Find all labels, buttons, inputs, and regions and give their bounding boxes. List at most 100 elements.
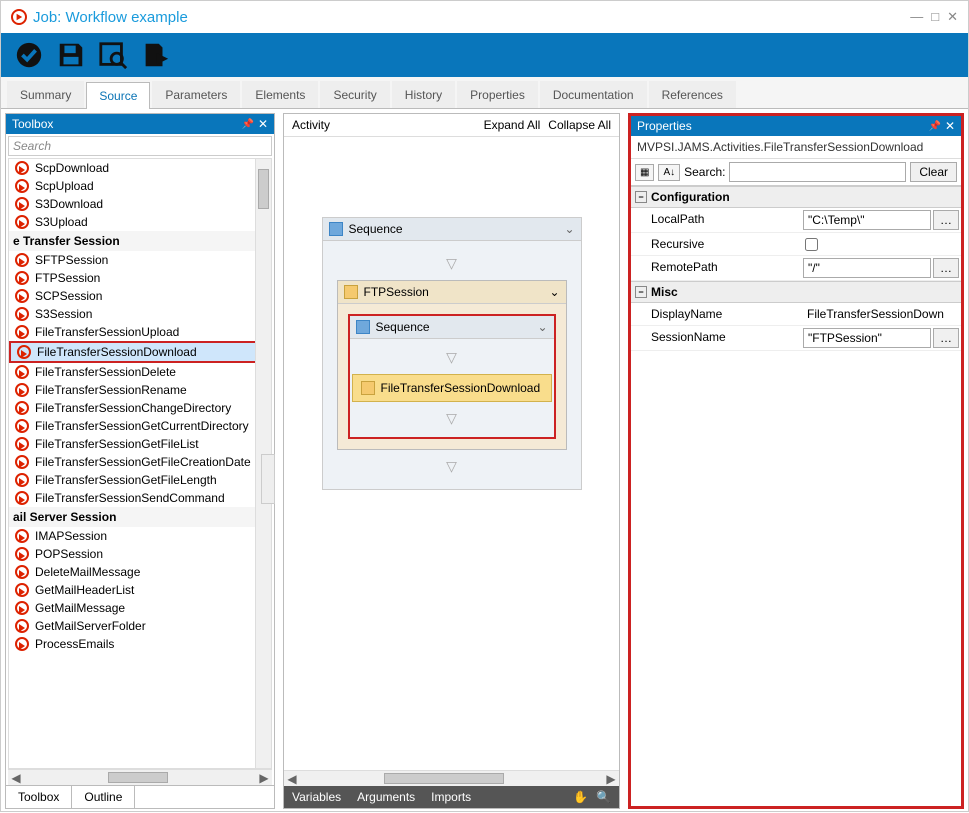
toolbox-item[interactable]: FTPSession — [9, 269, 271, 287]
properties-toolbar: ▦ A↓ Search: Clear — [631, 159, 961, 186]
bottom-tab-toolbox[interactable]: Toolbox — [6, 786, 72, 808]
toolbox-item[interactable]: SCPSession — [9, 287, 271, 305]
toolbox-item[interactable]: FileTransferSessionChangeDirectory — [9, 399, 271, 417]
properties-search-input[interactable] — [729, 162, 906, 182]
prop-input[interactable] — [803, 210, 931, 230]
toolbox-item[interactable]: FileTransferSessionGetFileCreationDate — [9, 453, 271, 471]
splitter-grip[interactable] — [261, 454, 275, 504]
tab-summary[interactable]: Summary — [7, 81, 84, 108]
toolbox-item[interactable]: S3Upload — [9, 213, 271, 231]
toolbox-category: ail Server Session — [9, 507, 271, 527]
collapse-icon[interactable]: ⌄ — [537, 320, 547, 334]
toolbox-item[interactable]: DeleteMailMessage — [9, 563, 271, 581]
toolbox-item[interactable]: FileTransferSessionDownload — [9, 341, 271, 363]
tab-properties[interactable]: Properties — [457, 81, 538, 108]
confirm-button[interactable] — [11, 37, 47, 73]
tab-history[interactable]: History — [392, 81, 455, 108]
clear-button[interactable]: Clear — [910, 162, 957, 182]
tab-elements[interactable]: Elements — [242, 81, 318, 108]
toolbox-item[interactable]: ProcessEmails — [9, 635, 271, 653]
export-button[interactable] — [137, 37, 173, 73]
tab-documentation[interactable]: Documentation — [540, 81, 647, 108]
bottombar-variables[interactable]: Variables — [292, 790, 341, 804]
browse-button[interactable]: … — [933, 258, 959, 278]
toolbox-item[interactable]: ScpUpload — [9, 177, 271, 195]
bottombar-arguments[interactable]: Arguments — [357, 790, 415, 804]
workflow-canvas[interactable]: Sequence⌄ ▽ FTPSession⌄ Sequence⌄ ▽ — [284, 137, 619, 770]
prop-text[interactable]: FileTransferSessionDown — [803, 305, 948, 323]
prop-value — [801, 233, 961, 255]
toolbox-header: Toolbox 📌 ✕ — [6, 114, 274, 134]
expand-icon[interactable]: − — [635, 286, 647, 298]
pin-icon[interactable]: 📌 — [928, 121, 940, 132]
toolbox-search-input[interactable]: Search — [8, 136, 272, 156]
ftpsession-activity[interactable]: FTPSession⌄ Sequence⌄ ▽ FileTransferSess… — [337, 280, 567, 450]
maximize-button[interactable]: □ — [931, 9, 939, 25]
filetransfer-download-activity[interactable]: FileTransferSessionDownload — [352, 374, 552, 402]
toolbox-title: Toolbox — [12, 117, 53, 131]
preview-button[interactable] — [95, 37, 131, 73]
toolbox-item[interactable]: FileTransferSessionGetFileLength — [9, 471, 271, 489]
zoom-icon[interactable]: 🔍 — [596, 790, 611, 804]
toolbox-item[interactable]: FileTransferSessionRename — [9, 381, 271, 399]
collapse-all-button[interactable]: Collapse All — [548, 118, 611, 132]
toolbox-item[interactable]: FileTransferSessionUpload — [9, 323, 271, 341]
tab-source[interactable]: Source — [86, 82, 150, 109]
toolbox-item[interactable]: GetMailServerFolder — [9, 617, 271, 635]
save-button[interactable] — [53, 37, 89, 73]
tool-icon — [15, 419, 29, 433]
toolbox-item[interactable]: FileTransferSessionGetCurrentDirectory — [9, 417, 271, 435]
toolbox-item[interactable]: IMAPSession — [9, 527, 271, 545]
toolbox-item[interactable]: POPSession — [9, 545, 271, 563]
toolbox-item-label: ScpUpload — [35, 179, 94, 193]
toolbox-item[interactable]: FileTransferSessionDelete — [9, 363, 271, 381]
bottombar-imports[interactable]: Imports — [431, 790, 471, 804]
designer-horizontal-scrollbar[interactable]: ◀▶ — [284, 770, 619, 786]
pin-icon[interactable]: 📌 — [241, 119, 253, 130]
toolbox-item[interactable]: GetMailHeaderList — [9, 581, 271, 599]
toolbox-item[interactable]: SFTPSession — [9, 251, 271, 269]
expand-all-button[interactable]: Expand All — [484, 118, 541, 132]
sequence-outer[interactable]: Sequence⌄ ▽ FTPSession⌄ Sequence⌄ ▽ — [322, 217, 582, 490]
toolbox-item[interactable]: FileTransferSessionGetFileList — [9, 435, 271, 453]
properties-close-icon[interactable]: ✕ — [945, 119, 955, 133]
prop-category[interactable]: −Configuration — [631, 186, 961, 208]
collapse-icon[interactable]: ⌄ — [564, 222, 574, 236]
collapse-icon[interactable]: ⌄ — [549, 285, 559, 299]
minimize-button[interactable]: — — [910, 9, 923, 25]
tool-icon — [15, 197, 29, 211]
categorize-button[interactable]: ▦ — [635, 164, 654, 181]
toolbox-close-icon[interactable]: ✕ — [258, 117, 268, 131]
expand-icon[interactable]: − — [635, 191, 647, 203]
tool-icon — [17, 345, 31, 359]
properties-grid: −ConfigurationLocalPath…RecursiveRemoteP… — [631, 186, 961, 806]
browse-button[interactable]: … — [933, 210, 959, 230]
sequence-inner[interactable]: Sequence⌄ ▽ FileTransferSessionDownload … — [348, 314, 556, 439]
prop-checkbox[interactable] — [805, 238, 818, 251]
toolbox-item[interactable]: GetMailMessage — [9, 599, 271, 617]
toolbox-item-label: FileTransferSessionGetFileLength — [35, 473, 217, 487]
close-button[interactable]: ✕ — [947, 9, 958, 25]
prop-input[interactable] — [803, 328, 931, 348]
tab-parameters[interactable]: Parameters — [152, 81, 240, 108]
drop-indicator-icon: ▽ — [446, 349, 457, 366]
toolbox-item[interactable]: FileTransferSessionSendCommand — [9, 489, 271, 507]
toolbox-item[interactable]: S3Download — [9, 195, 271, 213]
prop-input[interactable] — [803, 258, 931, 278]
browse-button[interactable]: … — [933, 328, 959, 348]
prop-category[interactable]: −Misc — [631, 281, 961, 303]
pan-icon[interactable]: ✋ — [573, 790, 588, 804]
toolbar-strip — [1, 33, 968, 77]
toolbox-horizontal-scrollbar[interactable]: ◀▶ — [8, 769, 272, 785]
sequence-label: Sequence — [349, 222, 403, 236]
toolbox-item[interactable]: S3Session — [9, 305, 271, 323]
toolbox-item[interactable]: ScpDownload — [9, 159, 271, 177]
prop-row: LocalPath… — [631, 208, 961, 233]
app-icon — [11, 9, 27, 25]
toolbox-item-label: FileTransferSessionGetFileCreationDate — [35, 455, 251, 469]
bottom-tab-outline[interactable]: Outline — [72, 786, 135, 808]
tab-security[interactable]: Security — [320, 81, 389, 108]
properties-panel: Properties 📌 ✕ MVPSI.JAMS.Activities.Fil… — [628, 113, 964, 809]
tab-references[interactable]: References — [649, 81, 736, 108]
sort-button[interactable]: A↓ — [658, 164, 680, 181]
